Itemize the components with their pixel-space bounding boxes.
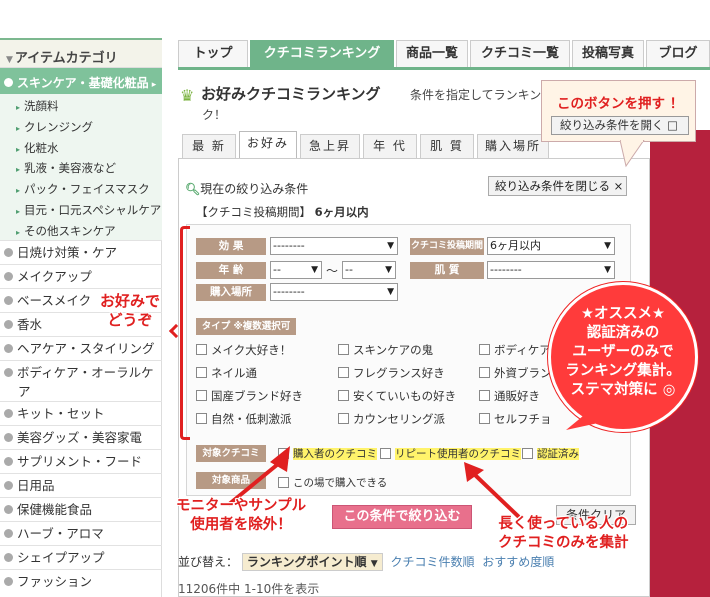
annotation-arrows — [226, 402, 612, 520]
annotation-monitor: モニターやサンプル 使用者を除外！ — [176, 498, 307, 533]
annotation-long-term: 長く使っている人の クチコミのみを集計 — [498, 516, 629, 551]
